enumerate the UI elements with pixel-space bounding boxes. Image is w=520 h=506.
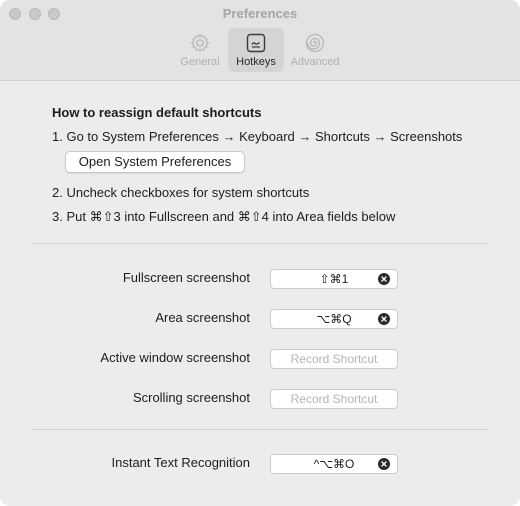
clear-shortcut-icon[interactable] <box>378 273 390 285</box>
hotkeys-pane: How to reassign default shortcuts 1. Go … <box>0 81 520 506</box>
keyboard-icon <box>245 32 267 54</box>
gear-icon <box>189 32 211 54</box>
divider <box>32 243 488 244</box>
shortcut-placeholder: Record Shortcut <box>290 392 378 406</box>
divider <box>32 429 488 430</box>
active-window-screenshot-label: Active window screenshot <box>100 350 250 365</box>
spiral-icon <box>304 32 326 54</box>
tab-advanced-label: Advanced <box>290 56 340 68</box>
instruction-step-3: 3. Put ⌘⇧3 into Fullscreen and ⌘⇧4 into … <box>52 209 396 224</box>
tab-hotkeys[interactable]: Hotkeys <box>228 28 284 72</box>
area-screenshot-label: Area screenshot <box>155 310 250 325</box>
area-shortcut-field[interactable]: ⌥⌘Q <box>270 309 398 329</box>
preferences-window: Preferences General Hotkeys Advanced How… <box>0 0 520 506</box>
instructions-heading: How to reassign default shortcuts <box>52 105 262 120</box>
tab-hotkeys-label: Hotkeys <box>236 56 276 68</box>
tab-general[interactable]: General <box>172 28 228 72</box>
titlebar: Preferences General Hotkeys Advanced <box>0 0 520 81</box>
active-window-shortcut-field[interactable]: Record Shortcut <box>270 349 398 369</box>
open-system-preferences-button[interactable]: Open System Preferences <box>65 151 245 173</box>
instant-text-recognition-label: Instant Text Recognition <box>111 455 250 470</box>
shortcut-placeholder: Record Shortcut <box>290 352 378 366</box>
window-title: Preferences <box>222 6 298 21</box>
fullscreen-shortcut-field[interactable]: ⇧⌘1 <box>270 269 398 289</box>
tab-advanced[interactable]: Advanced <box>287 28 343 72</box>
clear-shortcut-icon[interactable] <box>378 313 390 325</box>
tab-general-label: General <box>180 56 220 68</box>
text-recognition-shortcut-field[interactable]: ^⌥⌘O <box>270 454 398 474</box>
instruction-step-1: 1. Go to System Preferences → Keyboard →… <box>52 129 463 144</box>
instruction-step-2: 2. Uncheck checkboxes for system shortcu… <box>52 185 310 200</box>
scrolling-shortcut-field[interactable]: Record Shortcut <box>270 389 398 409</box>
scrolling-screenshot-label: Scrolling screenshot <box>132 390 250 405</box>
fullscreen-screenshot-label: Fullscreen screenshot <box>122 270 250 285</box>
clear-shortcut-icon[interactable] <box>378 458 390 470</box>
